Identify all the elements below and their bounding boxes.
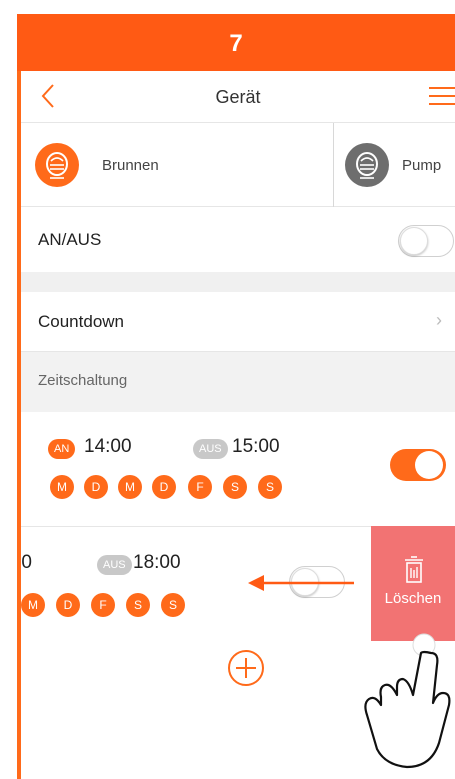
- fountain-device-icon: [35, 143, 79, 187]
- step-number: 7: [229, 30, 243, 57]
- app-screen: Gerät Brunnen Pump AN/AUS Countdown › Ze…: [21, 71, 455, 779]
- weekday-badge: D: [84, 475, 108, 499]
- weekday-badge: D: [152, 475, 176, 499]
- add-circle-icon: [228, 650, 264, 686]
- power-label: AN/AUS: [38, 230, 102, 249]
- device-name: Brunnen: [102, 157, 159, 174]
- add-schedule-button[interactable]: [227, 649, 265, 687]
- delete-label: Löschen: [384, 590, 442, 607]
- schedule-item[interactable]: AN 14:00 AUS 15:00 M D M D F S S: [21, 412, 455, 527]
- power-toggle[interactable]: [398, 225, 454, 257]
- device-tab-brunnen[interactable]: Brunnen: [21, 123, 333, 207]
- device-selector: Brunnen Pump: [21, 123, 455, 207]
- weekday-badge: M: [50, 475, 74, 499]
- pump-device-icon: [345, 143, 389, 187]
- delete-button[interactable]: Löschen: [371, 526, 455, 641]
- hamburger-menu-icon: [429, 87, 455, 105]
- weekday-badge: S: [258, 475, 282, 499]
- toggle-knob: [415, 451, 443, 479]
- off-time: 15:00: [232, 436, 280, 457]
- device-tab-pump[interactable]: Pump: [333, 123, 455, 207]
- menu-button[interactable]: [425, 83, 455, 109]
- timer-section-header: Zeitschaltung: [21, 352, 455, 412]
- power-row: AN/AUS: [21, 208, 455, 272]
- device-name: Pump: [402, 157, 442, 174]
- step-banner: 7: [17, 14, 455, 71]
- on-badge: AN: [48, 439, 76, 459]
- on-time-partial: )0: [21, 552, 32, 573]
- nav-bar: Gerät: [21, 71, 455, 123]
- toggle-knob: [400, 227, 428, 255]
- section-divider: [21, 272, 455, 292]
- off-badge: AUS: [193, 439, 228, 459]
- weekday-badge: S: [161, 593, 185, 617]
- weekday-badge: M: [118, 475, 142, 499]
- pointing-hand-icon: [364, 633, 451, 769]
- trash-icon: [405, 556, 423, 583]
- weekday-badge: F: [188, 475, 212, 499]
- off-badge: AUS: [97, 555, 132, 575]
- countdown-row[interactable]: Countdown ›: [21, 292, 455, 352]
- countdown-label: Countdown: [38, 312, 125, 331]
- schedule-item-swiped[interactable]: )0 AUS 18:00 M D F S S Löschen: [21, 526, 455, 641]
- chevron-right-icon: ›: [436, 310, 442, 330]
- weekday-badge: M: [21, 593, 45, 617]
- swipe-left-arrow-icon: [248, 575, 354, 591]
- weekday-badge: S: [223, 475, 247, 499]
- schedule-toggle[interactable]: [390, 449, 446, 481]
- weekday-badge: D: [56, 593, 80, 617]
- weekday-badge: F: [91, 593, 115, 617]
- weekday-badge: S: [126, 593, 150, 617]
- timer-section-label: Zeitschaltung: [38, 372, 128, 389]
- on-time: 14:00: [84, 436, 132, 457]
- page-title: Gerät: [215, 87, 261, 107]
- off-time: 18:00: [133, 552, 181, 573]
